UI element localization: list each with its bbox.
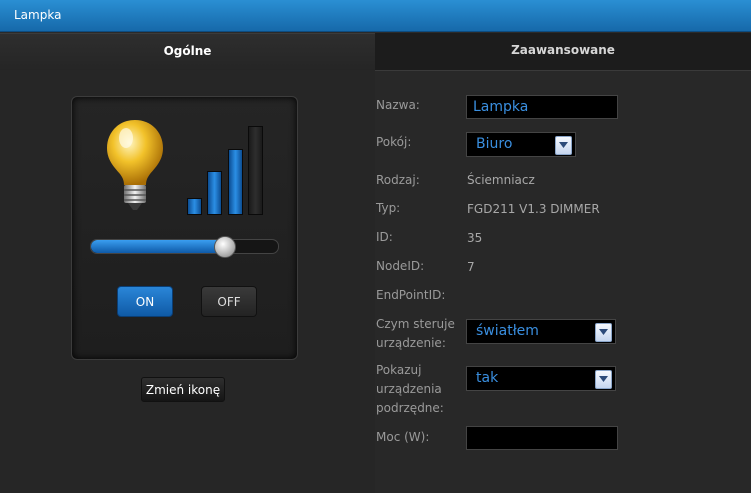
chevron-down-icon [595, 323, 612, 342]
id-value: 35 [467, 231, 483, 245]
signal-bar-3 [228, 149, 243, 215]
change-icon-button[interactable]: Zmień ikonę [141, 377, 225, 402]
controls-select-value: światłem [476, 323, 539, 339]
nodeid-label: NodeID: [376, 259, 425, 273]
signal-bar-2 [207, 171, 222, 215]
nodeid-value: 7 [467, 260, 475, 274]
window-title: Lampka [14, 8, 62, 22]
show-sub-label: Pokazuj urządzenia podrzędne: [376, 363, 444, 415]
name-input[interactable] [466, 95, 618, 119]
dimmer-slider[interactable] [90, 236, 279, 258]
name-label: Nazwa: [376, 98, 420, 112]
room-label: Pokój: [376, 135, 412, 149]
endpoint-label: EndPointID: [376, 288, 446, 302]
tab-general[interactable]: Ogólne [0, 33, 375, 71]
signal-bar-1 [187, 198, 202, 215]
light-bulb-icon [107, 120, 163, 210]
chevron-down-icon [595, 370, 612, 389]
power-label: Moc (W): [376, 430, 430, 444]
chevron-down-icon [555, 136, 572, 155]
show-sub-select[interactable]: tak [466, 366, 616, 391]
controls-select[interactable]: światłem [466, 319, 616, 344]
signal-bar-4 [248, 126, 263, 215]
room-select[interactable]: Biuro [466, 132, 576, 157]
room-select-value: Biuro [476, 136, 513, 152]
id-label: ID: [376, 230, 393, 244]
tab-advanced[interactable]: Zaawansowane [375, 33, 751, 71]
power-input[interactable] [466, 426, 618, 450]
show-sub-select-value: tak [476, 370, 499, 386]
on-button[interactable]: ON [117, 286, 173, 317]
off-button[interactable]: OFF [201, 286, 257, 317]
type-value: Ściemniacz [467, 173, 535, 187]
window-title-bar: Lampka [0, 0, 751, 32]
dimmer-slider-knob[interactable] [213, 236, 236, 258]
model-value: FGD211 V1.3 DIMMER [467, 202, 600, 216]
controls-label: Czym steruje urządzenie: [376, 317, 455, 350]
type-label: Rodzaj: [376, 173, 420, 187]
dimmer-slider-fill [91, 240, 224, 253]
model-label: Typ: [376, 201, 401, 215]
